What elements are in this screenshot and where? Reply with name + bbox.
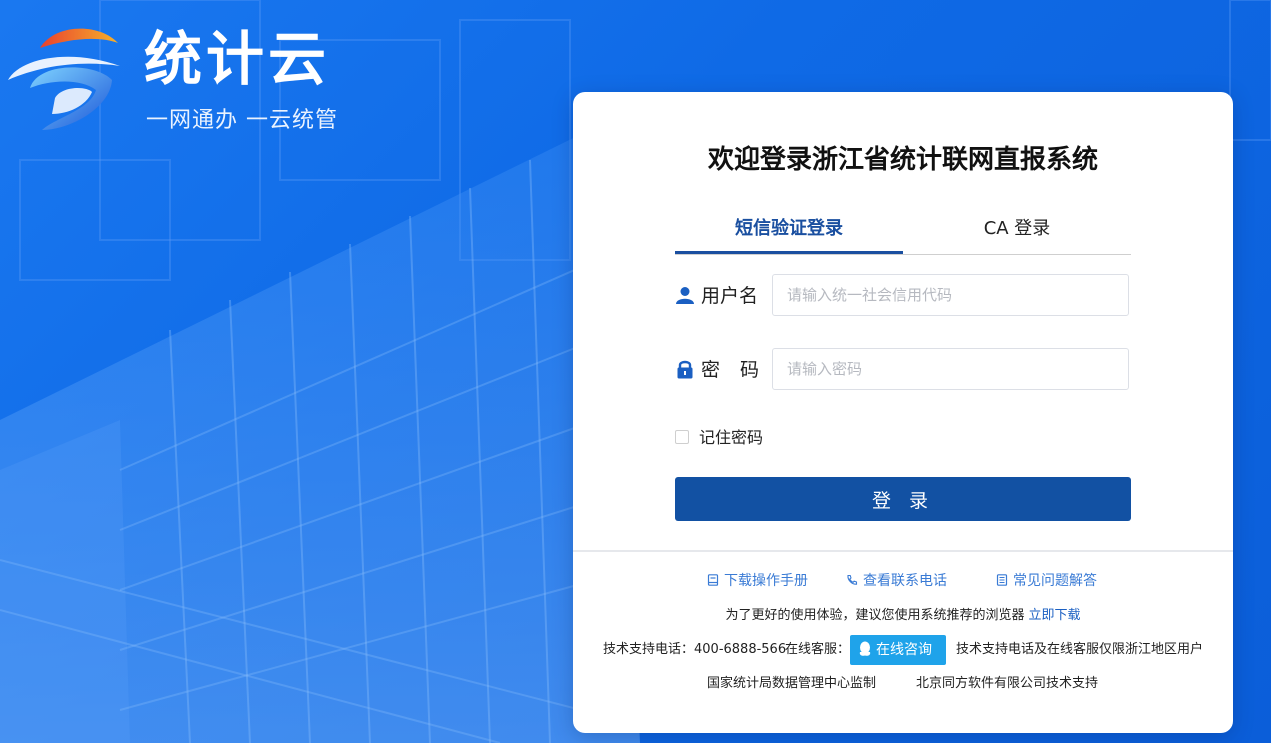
login-title: 欢迎登录浙江省统计联网直报系统 xyxy=(707,145,1098,175)
login-button[interactable]: 登 录 xyxy=(675,477,1131,521)
view-phone-link[interactable]: 查看联系电话 xyxy=(846,570,947,592)
list-icon xyxy=(996,573,1008,586)
brand-logo: 统计云 一网通办 一云统管 xyxy=(0,18,360,138)
support-note: 技术支持电话及在线客服仅限浙江地区用户 xyxy=(956,642,1204,657)
support-phone: 技术支持电话：400-6888-566 xyxy=(603,642,787,657)
help-links: 下载操作手册 查看联系电话 常见问题解答 xyxy=(573,570,1233,592)
username-input[interactable] xyxy=(772,274,1129,316)
tab-ca-login[interactable]: CA 登录 xyxy=(903,208,1131,252)
vendor-credit: 北京同方软件有限公司技术支持 xyxy=(916,676,1099,691)
remember-password[interactable]: 记住密码 xyxy=(675,426,763,450)
password-label: 密码 xyxy=(675,348,779,392)
supervisor-credit: 国家统计局数据管理中心监制 xyxy=(707,676,877,691)
login-page: 统计云 一网通办 一云统管 欢迎登录浙江省统计联网直报系统 短信验证登录 CA … xyxy=(0,0,1271,743)
qq-icon xyxy=(859,641,871,656)
support-row: 技术支持电话：400-6888-566 在线客服： 在线咨询 技术支持电话及在线… xyxy=(573,635,1233,665)
remember-checkbox[interactable] xyxy=(675,430,689,444)
browser-tip: 为了更好的使用体验，建议您使用系统推荐的浏览器 立即下载 xyxy=(573,606,1233,626)
brand-slogan: 一网通办 一云统管 xyxy=(146,108,338,133)
document-icon xyxy=(707,573,719,586)
login-tabs: 短信验证登录 CA 登录 xyxy=(675,208,1131,255)
tab-sms-login[interactable]: 短信验证登录 xyxy=(675,208,903,254)
username-label: 用户名 xyxy=(675,274,758,318)
online-consult-button[interactable]: 在线咨询 xyxy=(850,635,946,665)
download-manual-link[interactable]: 下载操作手册 xyxy=(707,570,808,592)
online-service-label: 在线客服： xyxy=(785,642,851,657)
card-divider xyxy=(573,550,1233,552)
browser-tip-text: 为了更好的使用体验，建议您使用系统推荐的浏览器 xyxy=(725,608,1025,623)
phone-icon xyxy=(847,574,858,585)
user-icon xyxy=(676,286,694,304)
faq-link[interactable]: 常见问题解答 xyxy=(996,570,1097,592)
download-browser-link[interactable]: 立即下载 xyxy=(1029,608,1081,623)
password-label-text: 密码 xyxy=(701,359,780,381)
username-label-text: 用户名 xyxy=(701,285,759,307)
password-input[interactable] xyxy=(772,348,1129,390)
lock-icon xyxy=(677,360,693,378)
cloud-logo-icon xyxy=(8,28,120,130)
brand-title: 统计云 xyxy=(144,25,331,93)
username-row: 用户名 xyxy=(675,274,1131,318)
password-row: 密码 xyxy=(675,348,1131,392)
login-card: 欢迎登录浙江省统计联网直报系统 短信验证登录 CA 登录 用户名 密码 xyxy=(573,92,1233,733)
remember-label: 记住密码 xyxy=(699,428,764,447)
